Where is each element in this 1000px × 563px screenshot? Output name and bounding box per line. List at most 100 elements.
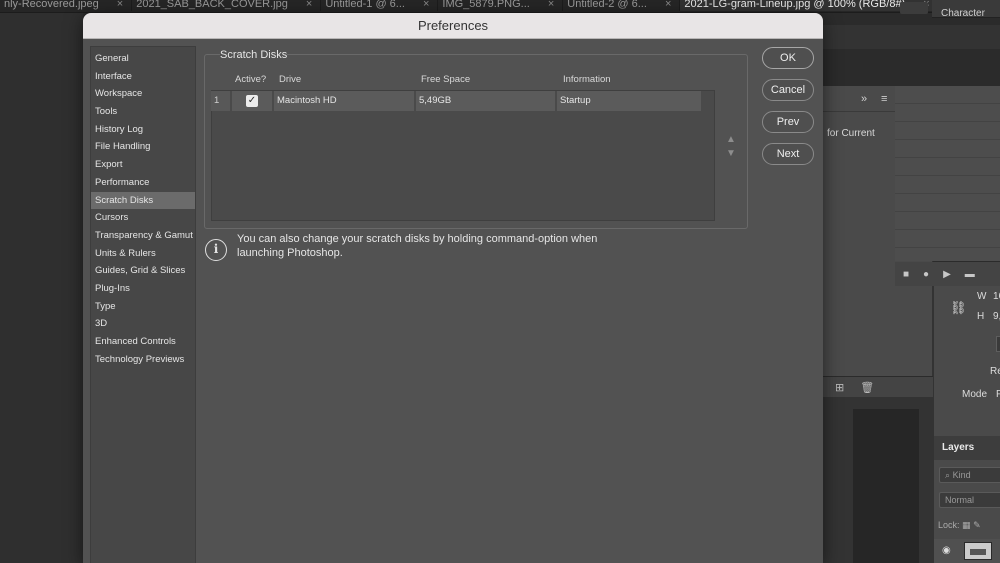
record-icon[interactable]: ● [923, 269, 929, 280]
collapse-icon[interactable]: » [861, 93, 867, 105]
add-icon[interactable]: ⊞ [835, 381, 844, 394]
options-bar [823, 25, 1000, 49]
sidebar-item-cursors[interactable]: Cursors [91, 209, 195, 227]
height-value[interactable]: 9, [993, 311, 1000, 322]
sidebar-item-scratch-disks[interactable]: Scratch Disks [91, 191, 195, 210]
width-value[interactable]: 16 [993, 291, 1000, 302]
preferences-sidebar: General Interface Workspace Tools History Lo… [90, 46, 196, 563]
layer-thumbnail [964, 542, 992, 560]
close-icon[interactable]: × [548, 0, 554, 11]
canvas-area [823, 397, 933, 563]
action-controls: ■ ● ▶ ▬ [895, 262, 1000, 286]
sidebar-item-plug-ins[interactable]: Plug-Ins [91, 280, 195, 298]
play-icon[interactable]: ▶ [943, 269, 951, 280]
sidebar-item-interface[interactable]: Interface [91, 68, 195, 86]
cancel-button[interactable]: Cancel [762, 79, 814, 101]
sidebar-item-3d[interactable]: 3D [91, 315, 195, 333]
width-label: W [977, 291, 987, 302]
sidebar-item-type[interactable]: Type [91, 298, 195, 316]
tab-label: nly-Recovered.jpeg [4, 0, 99, 10]
list-panel [895, 86, 1000, 261]
sidebar-item-file-handling[interactable]: File Handling [91, 138, 195, 156]
blend-mode-select[interactable]: Normal [939, 492, 1000, 508]
link-icon[interactable]: ⛓ [950, 300, 967, 316]
document-tab[interactable]: Untitled-2 @ 6... × [563, 0, 681, 11]
group-title: Scratch Disks [220, 48, 288, 62]
document-tab[interactable]: IMG_5879.PNG... × [438, 0, 564, 11]
sidebar-item-history-log[interactable]: History Log [91, 121, 195, 139]
sidebar-item-units-rulers[interactable]: Units & Rulers [91, 245, 195, 263]
layers-tab-label: Layers [942, 442, 975, 453]
panel-menu-icon[interactable]: ≡ [881, 93, 887, 105]
lock-label: Lock: ▦ ✎ [938, 520, 981, 531]
sidebar-item-tools[interactable]: Tools [91, 103, 195, 121]
prev-button[interactable]: Prev [762, 111, 814, 133]
sidebar-item-guides-grid-slices[interactable]: Guides, Grid & Slices [91, 262, 195, 280]
folder-icon[interactable]: ▬ [965, 269, 975, 280]
close-icon[interactable]: × [306, 0, 312, 11]
sidebar-item-transparency-gamut[interactable]: Transparency & Gamut [91, 227, 195, 245]
close-icon[interactable]: × [117, 0, 123, 11]
column-header-information: Information [563, 74, 611, 85]
lock-transparency-icon[interactable]: ▦ [962, 520, 971, 530]
visibility-icon[interactable]: ◉ [942, 545, 951, 556]
properties-panel: W 16 ⛓ H 9, Re Mode F [933, 286, 1000, 436]
sidebar-item-workspace[interactable]: Workspace [91, 85, 195, 103]
column-header-free-space: Free Space [421, 74, 471, 85]
kind-placeholder: Kind [952, 470, 971, 480]
document-tab[interactable]: nly-Recovered.jpeg × [0, 0, 133, 11]
table-row[interactable]: 1 ✓ Macintosh HD 5,49GB Startup [211, 91, 715, 111]
preferences-dialog: Preferences General Interface Workspace Too… [83, 13, 823, 563]
info-text: You can also change your scratch disks b… [237, 233, 598, 259]
close-icon[interactable]: × [665, 0, 671, 11]
panel-footer: ⊞ 🗑 [823, 377, 933, 397]
character-panel-tab[interactable]: Character [932, 0, 1000, 18]
document-tab[interactable]: Untitled-1 @ 6... × [321, 0, 439, 11]
lock-text: Lock: [938, 520, 960, 530]
layers-tab[interactable]: Layers [934, 436, 1000, 460]
layer-row[interactable]: ◉ [934, 539, 1000, 563]
search-icon: ⌕ [945, 470, 951, 480]
layers-panel: Layers ⌕ Kind Normal Lock: ▦ ✎ ◉ [933, 436, 1000, 563]
dialog-title: Preferences [83, 13, 823, 39]
tab-label: Untitled-2 @ 6... [567, 0, 647, 10]
free-space-cell: 5,49GB [416, 91, 555, 111]
reorder-arrows: ▲ ▼ [725, 133, 737, 161]
move-up-icon[interactable]: ▲ [725, 133, 737, 147]
column-header-active: Active? [235, 74, 267, 85]
resample-text: Re [990, 366, 1000, 377]
document-tab[interactable]: 2021_SAB_BACK_COVER.jpg × [132, 0, 322, 11]
next-button[interactable]: Next [762, 143, 814, 165]
document-tab-bar: nly-Recovered.jpeg × 2021_SAB_BACK_COVER.… [0, 0, 1000, 13]
canvas-strip [853, 409, 919, 563]
layer-filter-field[interactable]: ⌕ Kind [939, 467, 1000, 483]
active-checkbox[interactable]: ✓ [246, 95, 258, 107]
column-header-drive: Drive [279, 74, 302, 85]
drive-cell: Macintosh HD [274, 91, 414, 111]
resample-box[interactable] [996, 336, 1000, 352]
close-icon[interactable]: × [423, 0, 429, 11]
active-cell: ✓ [232, 91, 272, 111]
information-cell: Startup [557, 91, 701, 111]
info-icon: i [205, 239, 227, 261]
mode-label: Mode [962, 389, 988, 400]
sidebar-item-general[interactable]: General [91, 50, 195, 68]
height-label: H [977, 311, 985, 322]
info-note: i You can also change your scratch disks… [205, 232, 617, 261]
panel-text: for Current [827, 128, 875, 139]
lock-paint-icon[interactable]: ✎ [973, 520, 981, 530]
panel-collapse-button[interactable] [900, 2, 928, 14]
move-down-icon[interactable]: ▼ [725, 147, 737, 161]
sidebar-item-performance[interactable]: Performance [91, 174, 195, 192]
sidebar-item-technology-previews[interactable]: Technology Previews [91, 351, 195, 369]
stop-icon[interactable]: ■ [903, 269, 909, 280]
tab-label: IMG_5879.PNG... [442, 0, 530, 10]
mode-value[interactable]: F [996, 389, 1000, 400]
tab-label: 2021-LG-gram-Lineup.jpg @ 100% (RGB/8#) [684, 0, 906, 10]
sidebar-item-enhanced-controls[interactable]: Enhanced Controls [91, 333, 195, 351]
tab-label: Untitled-1 @ 6... [325, 0, 405, 10]
sidebar-item-export[interactable]: Export [91, 156, 195, 174]
ok-button[interactable]: OK [762, 47, 814, 69]
tab-label: 2021_SAB_BACK_COVER.jpg [136, 0, 288, 10]
trash-icon[interactable]: 🗑 [860, 381, 874, 394]
